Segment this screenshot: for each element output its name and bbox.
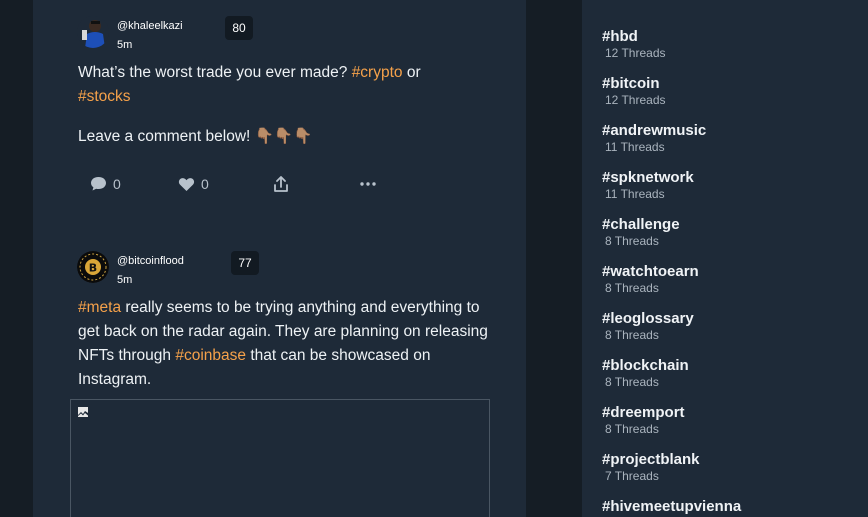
comment-icon <box>90 176 107 192</box>
trending-tag-link[interactable]: #hbd <box>602 28 862 46</box>
more-options-button[interactable] <box>360 173 376 195</box>
avatar[interactable] <box>77 16 109 48</box>
trending-tag-link[interactable]: #challenge <box>602 216 862 234</box>
thread-feed: @khaleelkazi 80 5m What’s the worst trad… <box>33 0 526 517</box>
post-username[interactable]: @khaleelkazi <box>117 20 183 32</box>
trending-item[interactable]: #dreemport 8 Threads <box>602 404 862 436</box>
trending-item[interactable]: #spknetwork 11 Threads <box>602 169 862 201</box>
trending-tags-panel: 15 Threads#hbd12 Threads#bitcoin12 Threa… <box>582 0 868 517</box>
thread-count: 8 Threads <box>605 375 659 389</box>
thread-count: 8 Threads <box>605 234 659 248</box>
trending-tag-link[interactable]: #watchtoearn <box>602 263 862 281</box>
broken-image-icon <box>77 405 89 417</box>
thread-count: 12 Threads <box>605 46 666 60</box>
thread-count: 11 Threads <box>605 140 665 154</box>
trending-item[interactable]: #bitcoin 12 Threads <box>602 75 862 107</box>
column-gap <box>526 0 582 517</box>
post-body: #meta really seems to be trying anything… <box>78 296 488 392</box>
trending-item[interactable]: #hbd 12 Threads <box>602 28 862 60</box>
trending-item[interactable]: #leoglossary 8 Threads <box>602 310 862 342</box>
trending-tag-link[interactable]: #andrewmusic <box>602 122 862 140</box>
share-icon <box>273 175 289 193</box>
comment-count: 0 <box>113 176 121 192</box>
post-text: or <box>402 64 421 81</box>
trending-tag-link[interactable]: #blockchain <box>602 357 862 375</box>
trending-item[interactable]: #projectblank 7 Threads <box>602 451 862 483</box>
trending-tag-link[interactable]: #spknetwork <box>602 169 862 187</box>
trending-tag-link[interactable]: #projectblank <box>602 451 862 469</box>
post-username[interactable]: @bitcoinflood <box>117 255 184 267</box>
post-paragraph: Leave a comment below! 👇🏽👇🏽👇🏽 <box>78 128 313 145</box>
thread-count: 8 Threads <box>605 281 659 295</box>
trending-item[interactable]: #andrewmusic 11 Threads <box>602 122 862 154</box>
post-actions: 0 0 <box>90 173 390 195</box>
post-time: 5m <box>117 39 133 51</box>
trending-item[interactable]: #blockchain 8 Threads <box>602 357 862 389</box>
trending-item[interactable]: #watchtoearn 8 Threads <box>602 263 862 295</box>
comment-button[interactable]: 0 <box>90 173 121 195</box>
hashtag-link[interactable]: #coinbase <box>175 347 246 364</box>
thread-count: 8 Threads <box>605 422 659 436</box>
trending-tag-link[interactable]: #bitcoin <box>602 75 862 93</box>
svg-text:B: B <box>89 262 97 275</box>
heart-icon <box>178 177 195 192</box>
thread-count: 12 Threads <box>605 93 666 107</box>
post-image[interactable] <box>70 399 490 517</box>
left-gutter <box>0 0 33 517</box>
trending-tag-link[interactable]: #hivemeetupvienna <box>602 498 862 516</box>
post-body: What’s the worst trade you ever made? #c… <box>78 61 498 149</box>
reputation-badge: 77 <box>231 251 259 275</box>
thread-count: 11 Threads <box>605 187 665 201</box>
post-time: 5m <box>117 274 133 286</box>
trending-tag-link[interactable]: #leoglossary <box>602 310 862 328</box>
hashtag-link[interactable]: #stocks <box>78 88 131 105</box>
like-count: 0 <box>201 176 209 192</box>
trending-item[interactable]: #hivemeetupvienna <box>602 498 862 516</box>
post-paragraph: What’s the worst trade you ever made? #c… <box>78 61 498 109</box>
reputation-badge: 80 <box>225 16 253 40</box>
avatar[interactable]: B <box>77 251 109 283</box>
hashtag-link[interactable]: #crypto <box>352 64 403 81</box>
trending-tag-link[interactable]: #dreemport <box>602 404 862 422</box>
thread-count: 7 Threads <box>605 469 659 483</box>
hashtag-link[interactable]: #meta <box>78 299 121 316</box>
thread-count: 8 Threads <box>605 328 659 342</box>
trending-item[interactable]: #challenge 8 Threads <box>602 216 862 248</box>
post-text: What’s the worst trade you ever made? <box>78 64 352 81</box>
like-button[interactable]: 0 <box>178 173 209 195</box>
more-icon <box>360 182 376 186</box>
share-button[interactable] <box>273 173 289 195</box>
